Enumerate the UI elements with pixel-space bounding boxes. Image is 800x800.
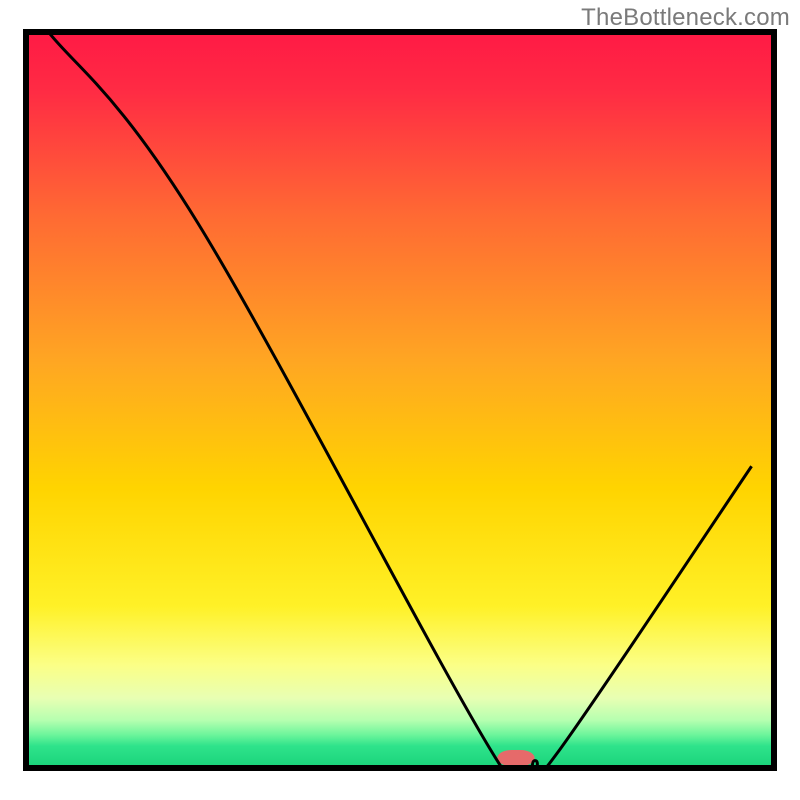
- gradient-background: [26, 32, 774, 768]
- optimum-marker: [497, 750, 534, 766]
- chart-stage: TheBottleneck.com: [0, 0, 800, 800]
- bottleneck-chart: [0, 0, 800, 800]
